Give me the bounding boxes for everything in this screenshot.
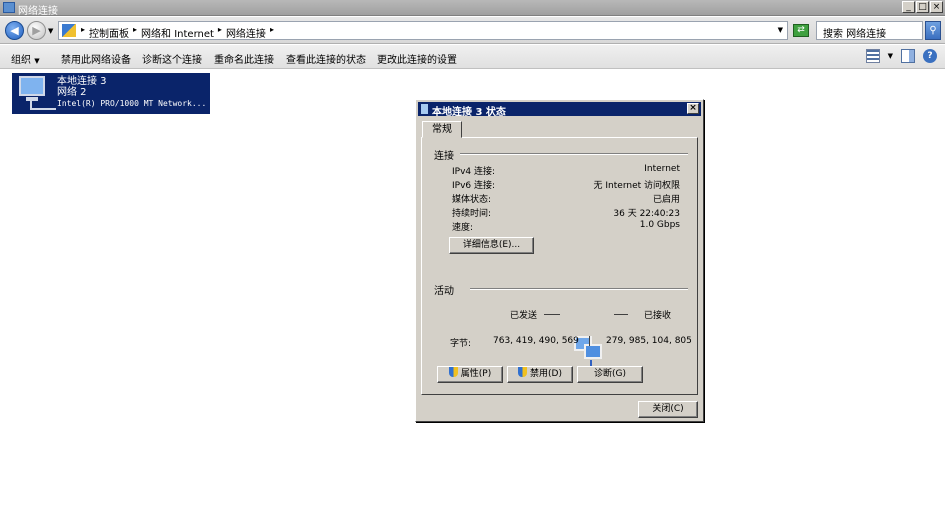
divider [614, 314, 628, 315]
chevron-down-icon: ▼ [34, 57, 40, 65]
close-window-button[interactable]: × [930, 1, 943, 13]
back-arrow-icon: ◀ [10, 24, 19, 37]
chevron-right-icon[interactable]: ▸ [218, 25, 222, 40]
command-toolbar: 组织 ▼ 禁用此网络设备 诊断这个连接 重命名此连接 查看此连接的状态 更改此连… [0, 45, 945, 69]
connection-network: 网络 2 [57, 87, 87, 98]
speed-value: 1.0 Gbps [639, 220, 680, 230]
chevron-right-icon[interactable]: ▸ [133, 25, 137, 40]
network-status-icon [421, 104, 428, 114]
connection-device: Intel(R) PRO/1000 MT Network... [57, 99, 207, 108]
disable-button[interactable]: 禁用(D) [507, 366, 573, 383]
duration-value: 36 天 22:40:23 [613, 209, 680, 219]
ipv4-value: Internet [644, 164, 680, 174]
breadcrumb-network-connections[interactable]: 网络连接 [226, 25, 266, 40]
general-tab-panel: 连接 IPv4 连接: Internet IPv6 连接: 无 Internet… [421, 137, 698, 395]
dialog-title: 本地连接 3 状态 [432, 107, 506, 118]
shield-icon [448, 367, 458, 377]
help-icon[interactable]: ? [923, 49, 937, 63]
window-controls: _ □ × [902, 1, 943, 13]
ipv4-label: IPv4 连接: [452, 167, 496, 177]
address-row: ◀ ▶ ▼ ▸ 控制面板 ▸ 网络和 Internet ▸ 网络连接 ▸ ▼ ⇄… [0, 17, 945, 44]
view-status-button[interactable]: 查看此连接的状态 [286, 51, 366, 66]
window-title: 网络连接 [18, 6, 58, 17]
divider [470, 288, 688, 290]
network-folder-icon [3, 2, 15, 13]
received-label: 已接收 [644, 311, 672, 321]
control-panel-icon [62, 24, 76, 37]
divider [460, 153, 688, 155]
duration-label: 持续时间: [452, 209, 492, 219]
media-state-label: 媒体状态: [452, 195, 492, 205]
divider [589, 336, 590, 346]
maximize-button[interactable]: □ [916, 1, 929, 13]
activity-group-label: 活动 [434, 286, 454, 297]
refresh-button[interactable]: ⇄ [793, 24, 809, 37]
diagnose-button[interactable]: 诊断(G) [577, 366, 643, 383]
status-dialog: 本地连接 3 状态 × 常规 连接 IPv4 连接: Internet IPv6… [415, 99, 704, 422]
bytes-received-value: 279, 985, 104, 805 [606, 336, 692, 346]
dialog-title-bar: 本地连接 3 状态 × [418, 102, 701, 118]
breadcrumb-control-panel[interactable]: 控制面板 [89, 25, 129, 40]
tab-general[interactable]: 常规 [422, 121, 462, 138]
chevron-right-icon[interactable]: ▸ [81, 25, 85, 40]
breadcrumb-network-internet[interactable]: 网络和 Internet [141, 25, 214, 40]
breadcrumb: ▸ 控制面板 ▸ 网络和 Internet ▸ 网络连接 ▸ [81, 25, 274, 40]
organize-menu[interactable]: 组织 ▼ [11, 51, 40, 66]
preview-pane-icon[interactable] [901, 49, 915, 63]
bytes-sent-value: 763, 419, 490, 569 [493, 336, 579, 346]
search-icon[interactable]: ⚲ [925, 21, 941, 40]
rename-connection-button[interactable]: 重命名此连接 [214, 51, 274, 66]
speed-label: 速度: [452, 223, 474, 233]
window-title-bar: 网络连接 _ □ × [0, 0, 945, 17]
views-icon[interactable] [865, 49, 880, 63]
toolbar-right-group: ▼ ? [865, 49, 937, 63]
forward-button[interactable]: ▶ [27, 21, 46, 40]
chevron-right-icon[interactable]: ▸ [270, 25, 274, 40]
back-button[interactable]: ◀ [5, 21, 24, 40]
minimize-button[interactable]: _ [902, 1, 915, 13]
chevron-down-icon[interactable]: ▼ [888, 52, 893, 60]
connection-name: 本地连接 3 [57, 76, 107, 87]
address-dropdown[interactable]: ▼ [778, 26, 783, 34]
bytes-label: 字节: [450, 339, 472, 349]
sent-label: 已发送 [510, 311, 538, 321]
connection-group-label: 连接 [434, 151, 454, 162]
dialog-close-icon[interactable]: × [687, 103, 699, 114]
ipv6-value: 无 Internet 访问权限 [593, 181, 680, 191]
close-button[interactable]: 关闭(C) [638, 401, 698, 418]
connection-item-local-3[interactable]: 本地连接 3 网络 2 Intel(R) PRO/1000 MT Network… [12, 73, 210, 114]
forward-arrow-icon: ▶ [32, 24, 41, 37]
diagnose-connection-button[interactable]: 诊断这个连接 [142, 51, 202, 66]
change-settings-button[interactable]: 更改此连接的设置 [377, 51, 457, 66]
properties-button[interactable]: 属性(P) [437, 366, 503, 383]
media-state-value: 已启用 [652, 195, 680, 205]
address-bar[interactable]: ▸ 控制面板 ▸ 网络和 Internet ▸ 网络连接 ▸ ▼ [58, 21, 788, 40]
shield-icon [518, 367, 528, 377]
details-button[interactable]: 详细信息(E)... [449, 237, 534, 254]
network-adapter-icon [16, 76, 56, 110]
connection-info: 本地连接 3 网络 2 Intel(R) PRO/1000 MT Network… [57, 76, 206, 109]
recent-pages-dropdown[interactable]: ▼ [48, 27, 53, 35]
divider [544, 314, 560, 315]
network-activity-icon [574, 336, 608, 370]
ipv6-label: IPv6 连接: [452, 181, 496, 191]
search-input[interactable]: 搜索 网络连接 [816, 21, 923, 40]
disable-device-button[interactable]: 禁用此网络设备 [61, 51, 131, 66]
